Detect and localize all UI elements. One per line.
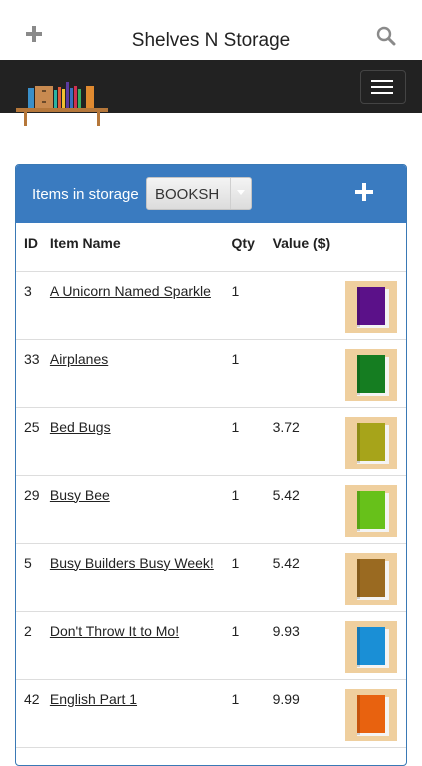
book-thumbnail[interactable]: [345, 552, 398, 605]
item-id: 3: [16, 271, 50, 340]
app-title: Shelves N Storage: [131, 30, 291, 51]
bookshelf-logo[interactable]: [16, 78, 108, 128]
table-row[interactable]: 33 Airplanes 1: [16, 339, 406, 408]
item-name-cell: Bed Bugs: [49, 407, 232, 476]
storage-select[interactable]: BOOKSH: [146, 177, 252, 210]
panel-header: Items in storage BOOKSH: [16, 165, 406, 223]
book-icon: [357, 558, 390, 600]
item-value: 5.42: [272, 543, 345, 612]
item-name-link[interactable]: Airplanes: [50, 351, 108, 367]
book-icon: [357, 354, 390, 396]
item-name-cell: English Part 1: [49, 679, 232, 748]
storage-select-value: BOOKSH: [155, 186, 220, 203]
item-name-cell: Busy Bee: [49, 475, 232, 544]
item-id: 29: [16, 475, 50, 544]
item-name-cell: Airplanes: [49, 339, 232, 408]
header-value[interactable]: Value ($): [272, 223, 345, 272]
item-qty: 1: [231, 543, 273, 612]
header-item-name[interactable]: Item Name: [49, 223, 232, 272]
item-name-link[interactable]: Busy Bee: [50, 487, 110, 503]
item-name-cell: Don't Throw It to Mo!: [49, 611, 232, 680]
chevron-down-icon: [230, 178, 251, 209]
book-icon: [357, 490, 390, 532]
item-name-link[interactable]: A Unicorn Named Sparkle: [50, 283, 211, 299]
book-icon: [357, 694, 390, 736]
item-value: [272, 271, 345, 340]
book-icon: [357, 422, 390, 464]
item-name-link[interactable]: Bed Bugs: [50, 419, 111, 435]
item-value: 9.93: [272, 611, 345, 680]
item-id: 42: [16, 679, 50, 748]
table-row[interactable]: 29 Busy Bee 1 5.42: [16, 475, 406, 544]
item-name-link[interactable]: Busy Builders Busy Week!: [50, 555, 214, 571]
item-qty: 1: [231, 611, 273, 680]
item-name-cell: Busy Builders Busy Week!: [49, 543, 232, 612]
item-name-cell: A Unicorn Named Sparkle: [49, 271, 232, 340]
item-qty: 1: [231, 475, 273, 544]
item-qty: 1: [231, 679, 273, 748]
book-icon: [357, 626, 390, 668]
table-row[interactable]: 3A Unicorn Named Sparkle 1: [16, 271, 406, 340]
top-bar: Shelves N Storage: [0, 0, 422, 60]
item-thumbnail-cell[interactable]: [344, 679, 406, 748]
item-value: 9.99: [272, 679, 345, 748]
storage-panel: Items in storage BOOKSH ID Item Name Qty…: [15, 164, 407, 766]
table-row[interactable]: 2 Don't Throw It to Mo! 1 9.93: [16, 611, 406, 680]
item-qty: 1: [231, 407, 273, 476]
item-thumbnail-cell[interactable]: [344, 407, 406, 476]
book-thumbnail[interactable]: [345, 484, 398, 537]
book-icon: [357, 286, 390, 328]
item-thumbnail-cell[interactable]: [344, 475, 406, 544]
header-image: [344, 223, 406, 272]
item-id: 5: [16, 543, 50, 612]
item-value: 3.72: [272, 407, 345, 476]
book-thumbnail[interactable]: [345, 620, 398, 673]
hamburger-icon: [371, 80, 393, 82]
item-name-link[interactable]: English Part 1: [50, 691, 137, 707]
item-thumbnail-cell[interactable]: [344, 339, 406, 408]
book-thumbnail[interactable]: [345, 688, 398, 741]
table-header-row: ID Item Name Qty Value ($): [16, 223, 406, 272]
table-row[interactable]: 42 English Part 1 1 9.99: [16, 679, 406, 748]
table-row[interactable]: 25 Bed Bugs 1 3.72: [16, 407, 406, 476]
item-id: 2: [16, 611, 50, 680]
book-thumbnail[interactable]: [345, 348, 398, 401]
header-qty[interactable]: Qty: [231, 223, 273, 272]
items-table: ID Item Name Qty Value ($) 3A Unicorn Na…: [16, 223, 406, 748]
item-name-link[interactable]: Don't Throw It to Mo!: [50, 623, 179, 639]
item-value: [272, 339, 345, 408]
menu-toggle-button[interactable]: [360, 70, 406, 104]
item-qty: 1: [231, 271, 273, 340]
item-qty: 1: [231, 339, 273, 408]
storage-label: Items in storage: [32, 186, 139, 203]
header-id[interactable]: ID: [16, 223, 50, 272]
book-thumbnail[interactable]: [345, 280, 398, 333]
item-thumbnail-cell[interactable]: [344, 611, 406, 680]
add-item-button[interactable]: [355, 183, 373, 201]
search-icon[interactable]: [376, 26, 396, 46]
item-thumbnail-cell[interactable]: [344, 543, 406, 612]
table-row[interactable]: 5 Busy Builders Busy Week! 1 5.42: [16, 543, 406, 612]
item-id: 33: [16, 339, 50, 408]
item-value: 5.42: [272, 475, 345, 544]
book-thumbnail[interactable]: [345, 416, 398, 469]
item-thumbnail-cell[interactable]: [344, 271, 406, 340]
item-id: 25: [16, 407, 50, 476]
